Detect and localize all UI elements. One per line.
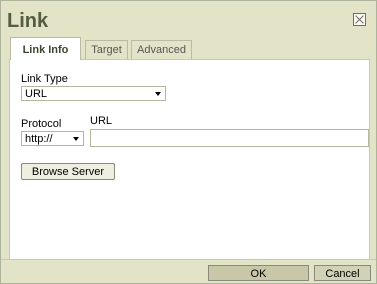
close-icon[interactable]: [353, 13, 366, 26]
link-info-panel: Link Type URL Protocol URL http:// Brows…: [9, 59, 370, 260]
link-type-select[interactable]: URL: [21, 86, 166, 101]
browse-server-button[interactable]: Browse Server: [21, 163, 115, 180]
url-input[interactable]: [90, 129, 369, 147]
protocol-label: Protocol: [21, 118, 62, 130]
link-type-label: Link Type: [21, 73, 68, 85]
chevron-down-icon: [73, 137, 79, 141]
tab-link-info[interactable]: Link Info: [10, 37, 81, 60]
link-type-value: URL: [25, 88, 48, 100]
protocol-value: http://: [25, 133, 53, 145]
ok-button[interactable]: OK: [208, 265, 309, 281]
link-dialog: Link Link Info Target Advanced Link Type…: [0, 0, 377, 284]
footer-divider: [1, 259, 376, 260]
url-label: URL: [90, 115, 113, 127]
chevron-down-icon: [155, 92, 161, 96]
tab-advanced[interactable]: Advanced: [131, 40, 192, 59]
tab-target[interactable]: Target: [85, 40, 128, 59]
protocol-select[interactable]: http://: [21, 131, 84, 146]
dialog-title: Link: [7, 10, 49, 32]
cancel-button[interactable]: Cancel: [314, 265, 371, 281]
